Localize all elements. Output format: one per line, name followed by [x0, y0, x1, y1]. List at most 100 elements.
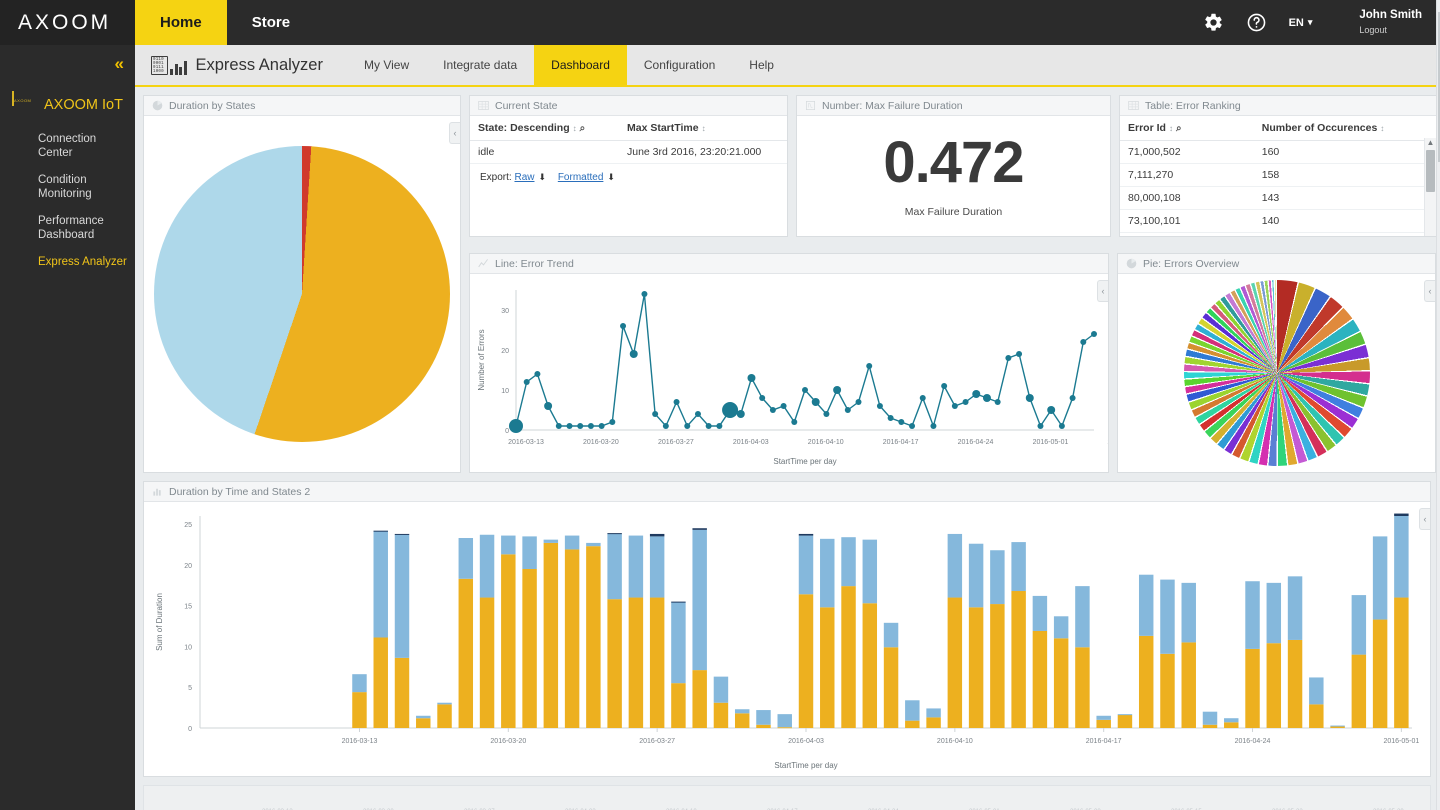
bar-chart-body: 0510152025Sum of Duration2016-03-132016-…: [144, 502, 1430, 777]
widget-header: Pie: Errors Overview: [1118, 254, 1435, 274]
widget-current-state: Current State State: Descending↕⌕ Max St…: [469, 95, 788, 237]
tab-configuration[interactable]: Configuration: [627, 45, 732, 85]
table-row[interactable]: 73,100,101140: [1120, 210, 1424, 233]
svg-text:2016-04-10: 2016-04-10: [808, 439, 844, 446]
table-row[interactable]: idle June 3rd 2016, 23:20:21.000: [470, 141, 787, 164]
svg-text:2016-03-27: 2016-03-27: [658, 439, 694, 446]
sidebar-collapse-row: «: [0, 45, 135, 83]
export-label: Export:: [480, 172, 512, 183]
sort-icon[interactable]: ↕: [573, 124, 577, 133]
tab-integrate-data[interactable]: Integrate data: [426, 45, 534, 85]
cell-error-id: 71,000,502: [1120, 141, 1254, 164]
table-header-row: Error Id↕⌕ Number of Occurences↕: [1120, 116, 1424, 141]
svg-text:25: 25: [184, 522, 192, 529]
topnav-home[interactable]: Home: [135, 0, 227, 45]
cell-state: idle: [470, 141, 619, 164]
widget-header: Line: Error Trend: [470, 254, 1108, 274]
sidebar-item-condition-monitoring[interactable]: Condition Monitoring: [38, 174, 130, 201]
logout-link[interactable]: Logout: [1359, 25, 1387, 35]
bar-icon: [152, 486, 163, 497]
tab-help[interactable]: Help: [732, 45, 791, 85]
language-selector[interactable]: EN ▾: [1289, 17, 1313, 29]
page-vertical-scrollbar[interactable]: ▲: [1436, 0, 1440, 810]
table-row[interactable]: 7,111,270158: [1120, 164, 1424, 187]
svg-text:20: 20: [501, 348, 509, 355]
line-chart-error-trend: 0102030Number of Errors2016-03-132016-03…: [470, 274, 1109, 472]
widget-header: Number: Max Failure Duration: [797, 96, 1110, 116]
table-row[interactable]: 80,000,108143: [1120, 187, 1424, 210]
col-max-starttime[interactable]: Max StartTime↕: [619, 116, 787, 141]
svg-text:20: 20: [184, 563, 192, 570]
gear-icon[interactable]: [1203, 12, 1224, 33]
module-tabs: My View Integrate data Dashboard Configu…: [347, 45, 791, 85]
sort-icon[interactable]: ↕: [702, 124, 706, 133]
axoom-mark-icon: AXOOM: [12, 91, 38, 119]
svg-text:Number of Errors: Number of Errors: [477, 329, 486, 390]
col-max-starttime-label: Max StartTime: [627, 122, 699, 134]
sort-icon[interactable]: ↕: [1169, 124, 1173, 133]
widget-header: Duration by States: [144, 96, 460, 116]
widget-error-trend: Line: Error Trend ‹ 0102030Number of Err…: [469, 253, 1109, 473]
scrollbar-thumb[interactable]: [1426, 150, 1435, 192]
widget-collapse-tab[interactable]: ‹: [1097, 280, 1108, 302]
svg-text:10: 10: [184, 644, 192, 651]
tab-my-view[interactable]: My View: [347, 45, 426, 85]
export-formatted-link[interactable]: Formatted: [558, 172, 604, 183]
table-row[interactable]: 71,100,101132: [1120, 233, 1424, 238]
iot-product-header: AXOOM AXOOM IoT: [0, 83, 135, 123]
number-widget-body: 0.472 Max Failure Duration: [797, 116, 1110, 218]
svg-text:2016-03-20: 2016-03-20: [583, 439, 619, 446]
scroll-up-icon[interactable]: ▲: [1427, 138, 1435, 148]
col-error-id[interactable]: Error Id↕⌕: [1120, 116, 1254, 141]
sidebar-item-express-analyzer[interactable]: Express Analyzer: [38, 256, 130, 270]
peek-tick-labels: 2016-03-132016-03-202016-03-272016-04-03…: [144, 805, 1430, 810]
svg-text:30: 30: [501, 308, 509, 315]
sort-icon[interactable]: ↕: [1380, 124, 1384, 133]
topnav-store[interactable]: Store: [227, 0, 315, 45]
line-chart-body: 0102030Number of Errors2016-03-132016-03…: [470, 274, 1108, 473]
search-icon[interactable]: ⌕: [580, 123, 586, 134]
table-header-row: State: Descending↕⌕ Max StartTime↕: [470, 116, 787, 141]
error-ranking-table-body: Error Id↕⌕ Number of Occurences↕ 71,000,…: [1120, 116, 1437, 237]
svg-text:2016-04-10: 2016-04-10: [937, 738, 973, 745]
brand-bar: AXOOM: [0, 0, 135, 45]
question-circle-icon[interactable]: [1246, 12, 1267, 33]
user-text-block: John Smith Logout: [1359, 8, 1422, 36]
module-title: Express Analyzer: [196, 56, 323, 75]
module-brand: 0110000101111000 Express Analyzer: [135, 45, 347, 85]
error-ranking-table: Error Id↕⌕ Number of Occurences↕ 71,000,…: [1120, 116, 1424, 237]
export-raw-link[interactable]: Raw: [514, 172, 534, 183]
col-error-id-label: Error Id: [1128, 122, 1166, 134]
line-icon: [478, 258, 489, 269]
table-vertical-scrollbar[interactable]: ▲ ▼: [1424, 138, 1436, 237]
number-caption: Max Failure Duration: [797, 206, 1110, 218]
pie-icon: [152, 100, 163, 111]
cell-max-starttime: June 3rd 2016, 23:20:21.000: [619, 141, 787, 164]
double-chevron-left-icon[interactable]: «: [115, 54, 122, 74]
dashboard-row-3: Duration by Time and States 2 ‹ 05101520…: [143, 481, 1438, 777]
cell-occurrences: 158: [1254, 164, 1424, 187]
download-icon[interactable]: ⬇: [607, 172, 615, 182]
cell-error-id: 80,000,108: [1120, 187, 1254, 210]
svg-text:2016-03-13: 2016-03-13: [342, 738, 378, 745]
svg-text:2016-04-03: 2016-04-03: [788, 738, 824, 745]
widget-collapse-tab[interactable]: ‹: [1424, 280, 1435, 302]
cell-error-id: 73,100,101: [1120, 210, 1254, 233]
user-name: John Smith: [1359, 9, 1422, 21]
widget-errors-overview: Pie: Errors Overview ‹: [1117, 253, 1436, 473]
svg-text:5: 5: [188, 685, 192, 692]
cell-error-id: 7,111,270: [1120, 164, 1254, 187]
col-state[interactable]: State: Descending↕⌕: [470, 116, 619, 141]
sidebar-item-performance-dashboard[interactable]: Performance Dashboard: [38, 215, 130, 242]
sidebar-item-connection-center[interactable]: Connection Center: [38, 133, 130, 160]
col-occurrences[interactable]: Number of Occurences↕: [1254, 116, 1424, 141]
user-menu[interactable]: John Smith Logout: [1334, 8, 1422, 36]
widget-duration-by-states: Duration by States ‹: [143, 95, 461, 473]
widget-collapse-tab[interactable]: ‹: [449, 122, 460, 144]
search-icon[interactable]: ⌕: [1176, 123, 1182, 134]
svg-text:2016-04-03: 2016-04-03: [733, 439, 769, 446]
download-icon[interactable]: ⬇: [538, 172, 546, 182]
widget-collapse-tab[interactable]: ‹: [1419, 508, 1430, 530]
table-row[interactable]: 71,000,502160: [1120, 141, 1424, 164]
tab-dashboard[interactable]: Dashboard: [534, 45, 627, 85]
